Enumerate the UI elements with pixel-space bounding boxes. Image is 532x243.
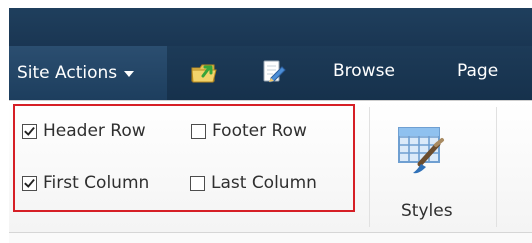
- header-row-checkbox[interactable]: [22, 123, 37, 139]
- last-column-option[interactable]: Last Column: [190, 173, 317, 193]
- tab-page[interactable]: Page: [457, 61, 498, 81]
- page-edit-icon: [263, 60, 286, 83]
- site-actions-button[interactable]: Site Actions: [9, 46, 167, 100]
- first-column-label: First Column: [43, 173, 150, 193]
- top-dark-bar: [9, 8, 532, 46]
- chevron-down-icon: [124, 71, 135, 77]
- header-row-option[interactable]: Header Row: [22, 121, 146, 141]
- folder-upload-icon: [191, 64, 217, 83]
- tab-browse-label: Browse: [333, 61, 395, 81]
- tab-page-label: Page: [457, 61, 499, 81]
- header-row-label: Header Row: [43, 121, 146, 141]
- footer-row-checkbox[interactable]: [191, 123, 206, 139]
- ribbon-bottom-border: [9, 232, 532, 233]
- left-white-border: [0, 0, 9, 243]
- ribbon-right-divider: [496, 107, 497, 227]
- edit-page-icon[interactable]: [260, 58, 288, 86]
- table-styles-icon[interactable]: [397, 126, 449, 175]
- first-column-option[interactable]: First Column: [22, 173, 149, 193]
- checkmark-icon: [24, 126, 35, 136]
- styles-button-label[interactable]: Styles: [401, 201, 453, 221]
- ribbon-group-divider: [369, 107, 370, 227]
- first-column-checkbox[interactable]: [22, 175, 37, 191]
- top-white-border: [0, 0, 532, 8]
- last-column-checkbox[interactable]: [190, 175, 205, 191]
- checkmark-icon: [24, 178, 35, 188]
- last-column-label: Last Column: [211, 173, 317, 193]
- sharepoint-ribbon-screenshot: Site Actions Browse Page Header Row Foot…: [0, 0, 532, 243]
- tab-browse[interactable]: Browse: [333, 61, 395, 81]
- footer-row-option[interactable]: Footer Row: [191, 121, 307, 141]
- site-actions-label: Site Actions: [17, 63, 118, 83]
- footer-row-label: Footer Row: [212, 121, 307, 141]
- upload-folder-icon[interactable]: [190, 58, 218, 86]
